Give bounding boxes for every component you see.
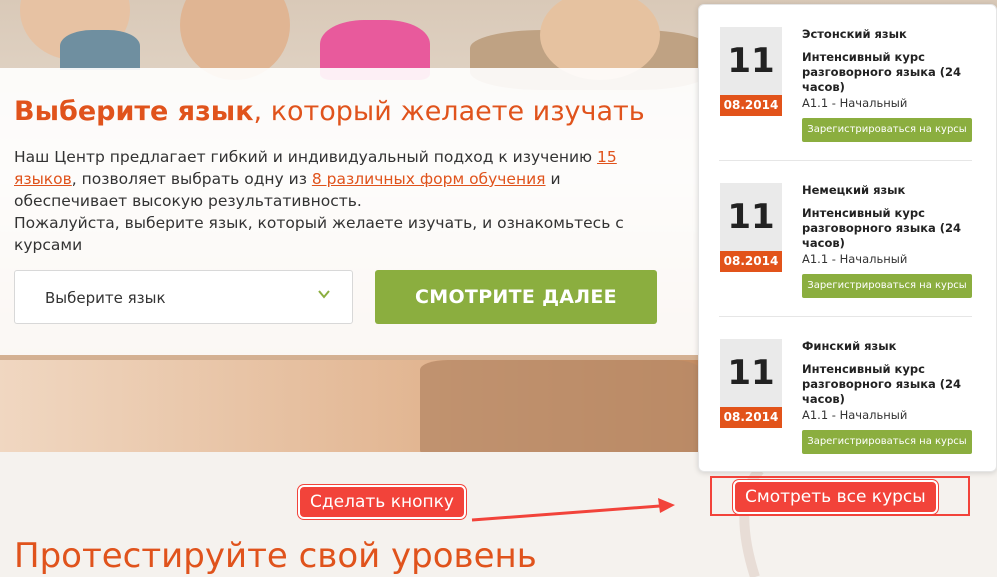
course-day: 11	[720, 183, 782, 251]
course-month: 08.2014	[720, 407, 782, 428]
see-all-courses-button[interactable]: Смотреть все курсы	[733, 480, 938, 514]
course-month: 08.2014	[720, 251, 782, 272]
register-button[interactable]: Зарегистрироваться на курсы	[802, 118, 972, 142]
course-month: 08.2014	[720, 95, 782, 116]
course-name: Интенсивный курс разговорного языка (24 …	[802, 206, 962, 250]
chevron-down-icon	[318, 290, 330, 299]
course-level: A1.1 - Начальный	[802, 408, 908, 422]
course-language: Немецкий язык	[802, 183, 906, 197]
hero-description: Наш Центр предлагает гибкий и индивидуал…	[14, 148, 624, 254]
course-level: A1.1 - Начальный	[802, 252, 908, 266]
course-card: 11 08.2014 Немецкий язык Интенсивный кур…	[699, 161, 996, 317]
courses-panel: 11 08.2014 Эстонский язык Интенсивный ку…	[698, 4, 997, 472]
arrow-icon	[471, 498, 675, 522]
course-name: Интенсивный курс разговорного языка (24 …	[802, 362, 962, 406]
course-card: 11 08.2014 Финский язык Интенсивный курс…	[699, 317, 996, 473]
see-more-button[interactable]: СМОТРИТЕ ДАЛЕЕ	[375, 270, 657, 324]
course-card: 11 08.2014 Эстонский язык Интенсивный ку…	[699, 5, 996, 161]
register-button[interactable]: Зарегистрироваться на курсы	[802, 274, 972, 298]
course-language: Эстонский язык	[802, 27, 907, 41]
language-select[interactable]: Выберите язык	[14, 270, 353, 324]
course-day: 11	[720, 27, 782, 95]
course-level: A1.1 - Начальный	[802, 96, 908, 110]
course-name: Интенсивный курс разговорного языка (24 …	[802, 50, 962, 94]
language-select-value: Выберите язык	[45, 289, 166, 307]
test-level-title: Протестируйте свой уровень	[14, 536, 537, 576]
annotation-make-button: Сделать кнопку	[298, 485, 466, 519]
register-button[interactable]: Зарегистрироваться на курсы	[802, 430, 972, 454]
course-day: 11	[720, 339, 782, 407]
forms-link[interactable]: 8 различных форм обучения	[312, 170, 546, 188]
course-language: Финский язык	[802, 339, 897, 353]
page-headline: Выберите язык, который желаете изучать	[14, 96, 645, 127]
